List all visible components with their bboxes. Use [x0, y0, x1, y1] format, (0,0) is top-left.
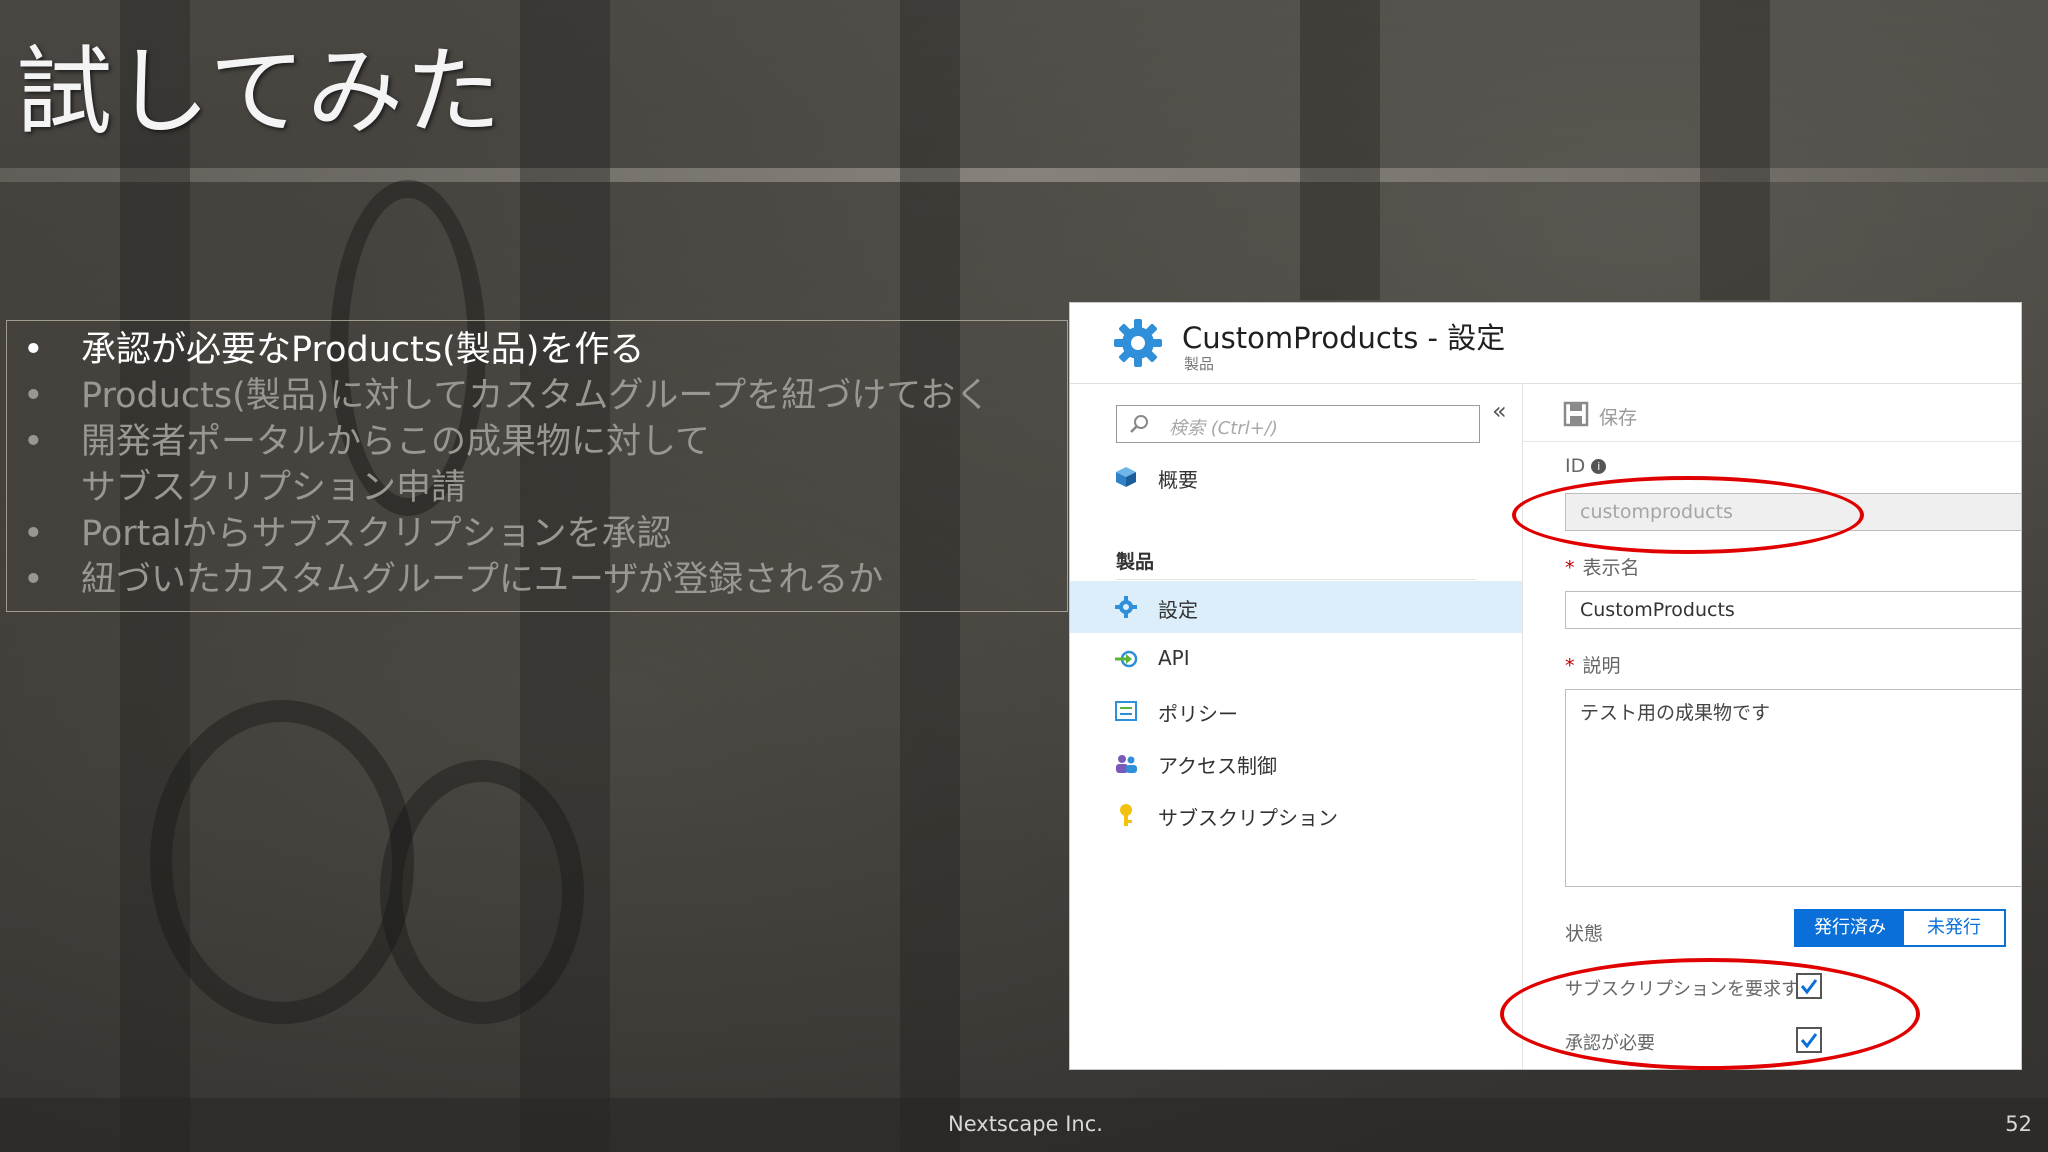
menu-item-subscription[interactable]: サブスクリプション: [1070, 789, 1522, 841]
slide-footer: Nextscape Inc. 52: [0, 1098, 2048, 1152]
bullet-text: Portalからサブスクリプションを承認: [81, 514, 672, 554]
background-ornament: [150, 700, 414, 1024]
id-label: ID i: [1565, 455, 1607, 477]
api-arrow-icon: [1115, 650, 1138, 668]
users-icon: [1116, 755, 1137, 773]
display-name-label-text: 表示名: [1582, 557, 1640, 579]
state-label: 状態: [1565, 923, 1604, 945]
menu-label: アクセス制御: [1158, 754, 1277, 778]
bullet-item: • Products(製品)に対してカスタムグループを紐づけておく: [7, 373, 1067, 419]
menu-label: サブスクリプション: [1158, 806, 1338, 830]
panel-subtitle: 製品: [1184, 355, 1215, 373]
bullet-dot: •: [23, 514, 44, 554]
form-fields: ID i customproducts * 表示名 CustomProducts *…: [1523, 303, 2021, 1069]
footer-company: Nextscape Inc.: [948, 1112, 1103, 1136]
panel-title: CustomProducts - 設定: [1182, 321, 1506, 355]
id-label-text: ID: [1565, 455, 1586, 477]
bullet-text: Products(製品)に対してカスタムグループを紐づけておく: [81, 376, 991, 416]
background-post: [1300, 0, 1380, 300]
bullet-item: • 承認が必要なProducts(製品)を作る: [7, 327, 1067, 373]
collapse-menu-button[interactable]: «: [1492, 397, 1507, 425]
bullet-item: • 紐づいたカスタムグループにユーザが登録されるか: [7, 557, 1067, 603]
required-mark: *: [1565, 557, 1575, 579]
bullet-dot: •: [23, 376, 44, 416]
menu-item-settings[interactable]: 設定: [1070, 581, 1522, 633]
display-name-field[interactable]: CustomProducts: [1565, 591, 2021, 629]
menu-label: 概要: [1158, 468, 1198, 492]
menu-search-input[interactable]: 検索 (Ctrl+/): [1116, 405, 1480, 443]
display-name-label: * 表示名: [1565, 553, 1640, 580]
slide-title: 試してみた: [16, 36, 504, 148]
bullet-text: 紐づいたカスタムグループにユーザが登録されるか: [81, 560, 884, 600]
required-mark: *: [1565, 655, 1575, 677]
description-label: * 説明: [1565, 651, 1621, 678]
description-value: テスト用の成果物です: [1580, 702, 1771, 724]
highlight-ellipse-id: [1512, 476, 1864, 554]
menu-item-access-control[interactable]: アクセス制御: [1070, 737, 1522, 789]
menu-item-overview[interactable]: 概要: [1070, 451, 1522, 503]
resource-menu: 検索 (Ctrl+/) « 概要 製品 設定 API ポリシー アクセス制御 サ…: [1070, 383, 1523, 1069]
background-ornament: [380, 760, 584, 1024]
menu-label: API: [1158, 646, 1190, 670]
description-label-text: 説明: [1582, 655, 1621, 677]
info-icon: i: [1591, 459, 1607, 474]
publish-state-toggle[interactable]: 発行済み 未発行: [1794, 909, 2006, 947]
bullet-text: 承認が必要なProducts(製品)を作る: [81, 330, 645, 370]
menu-divider: [1116, 579, 1476, 580]
menu-label: 設定: [1158, 598, 1198, 622]
menu-label: ポリシー: [1158, 702, 1238, 726]
bullet-item: • Portalからサブスクリプションを承認: [7, 511, 1067, 557]
bullet-item-continuation: サブスクリプション申請: [7, 465, 1067, 511]
state-unpublished-option[interactable]: 未発行: [1904, 911, 2004, 945]
gear-icon: [1115, 596, 1137, 618]
state-published-option[interactable]: 発行済み: [1796, 911, 1904, 945]
menu-item-api[interactable]: API: [1070, 633, 1522, 685]
bullet-dot: •: [23, 560, 44, 600]
search-placeholder: 検索 (Ctrl+/): [1169, 418, 1278, 439]
gear-icon: [1114, 319, 1162, 367]
search-icon: [1130, 415, 1148, 433]
bullet-dot: •: [23, 422, 44, 462]
page-number: 52: [2005, 1112, 2032, 1136]
azure-settings-panel: CustomProducts - 設定 製品 検索 (Ctrl+/) « 概要 …: [1069, 302, 2022, 1070]
background-post: [1700, 0, 1770, 300]
bullet-item: • 開発者ポータルからこの成果物に対して: [7, 419, 1067, 465]
bullet-text: サブスクリプション申請: [81, 468, 467, 508]
policy-icon: [1115, 701, 1137, 721]
cube-icon: [1116, 467, 1136, 487]
bullet-dot: •: [23, 330, 44, 370]
menu-section-label: 製品: [1116, 551, 1155, 573]
bullet-list: • 承認が必要なProducts(製品)を作る • Products(製品)に対…: [7, 327, 1067, 603]
key-icon: [1120, 804, 1132, 826]
bullet-list-box: • 承認が必要なProducts(製品)を作る • Products(製品)に対…: [6, 320, 1068, 612]
bullet-text: 開発者ポータルからこの成果物に対して: [81, 422, 710, 462]
description-textarea[interactable]: テスト用の成果物です: [1565, 689, 2021, 887]
menu-item-policy[interactable]: ポリシー: [1070, 685, 1522, 737]
highlight-ellipse-checkboxes: [1500, 958, 1920, 1070]
